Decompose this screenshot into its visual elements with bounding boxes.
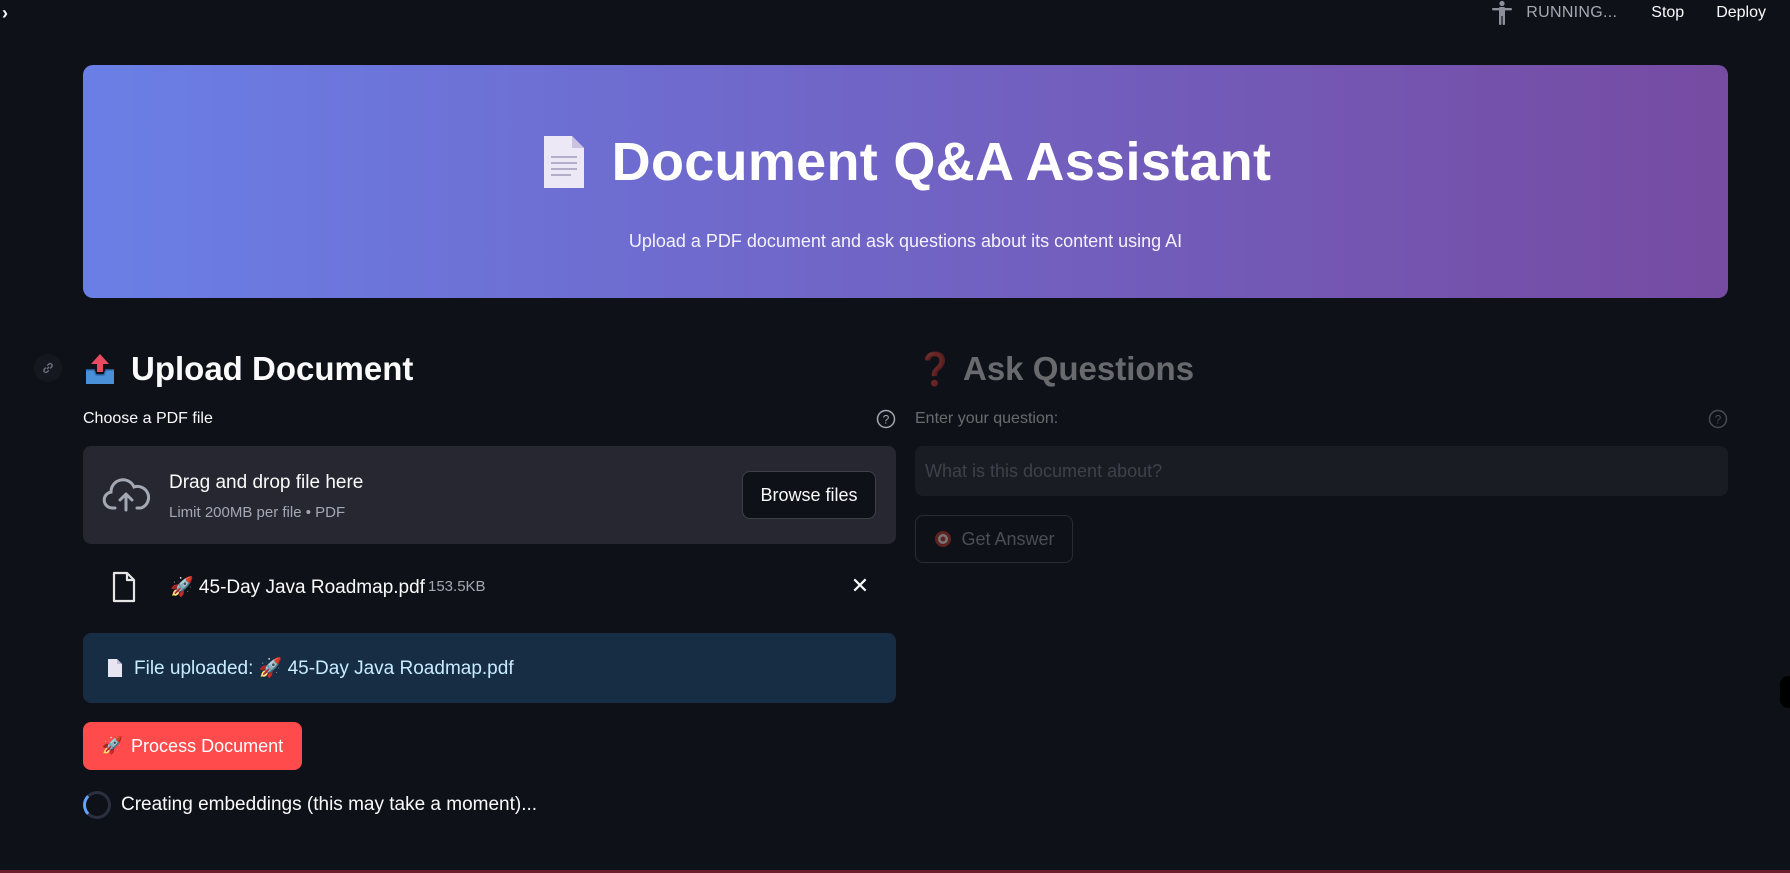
uploaded-file-item: 🚀 45-Day Java Roadmap.pdf 153.5KB ✕ — [83, 565, 896, 607]
topbar-actions: RUNNING... Stop Deploy — [1490, 0, 1790, 26]
get-answer-button[interactable]: Get Answer — [915, 515, 1073, 563]
document-icon — [543, 136, 584, 188]
page-title: Document Q&A Assistant — [611, 132, 1272, 192]
spinner-message: Creating embeddings (this may take a mom… — [121, 794, 538, 815]
hero-title-row: Document Q&A Assistant — [83, 131, 1728, 193]
process-document-button[interactable]: 🚀 Process Document — [83, 722, 302, 770]
upload-column: Upload Document Choose a PDF file ? Drag… — [83, 345, 896, 819]
question-label-row: Enter your question: ? — [915, 409, 1728, 429]
questions-section-header: ❓ Ask Questions — [915, 345, 1728, 393]
stop-button[interactable]: Stop — [1643, 4, 1692, 22]
dropzone-title: Drag and drop file here — [169, 472, 364, 493]
upload-section-header: Upload Document — [83, 345, 896, 393]
page-subtitle: Upload a PDF document and ask questions … — [628, 231, 1183, 251]
uploaded-file-name: 🚀 45-Day Java Roadmap.pdf — [170, 577, 425, 598]
target-icon — [935, 531, 952, 547]
running-status-text: RUNNING... — [1526, 4, 1618, 21]
get-answer-label: Get Answer — [961, 528, 1055, 549]
embedding-spinner-status: Creating embeddings (this may take a mom… — [83, 791, 537, 819]
question-mark-icon: ❓ — [915, 351, 955, 387]
cloud-upload-icon — [102, 478, 150, 512]
file-uploaded-message: File uploaded: 🚀 45-Day Java Roadmap.pdf — [134, 658, 514, 679]
link-icon — [43, 362, 53, 374]
questions-column: ❓ Ask Questions Enter your question: ? G… — [915, 345, 1728, 563]
loading-spinner-icon — [83, 791, 111, 819]
remove-file-close-icon[interactable]: ✕ — [848, 574, 872, 598]
file-dropzone[interactable]: Drag and drop file here Limit 200MB per … — [83, 446, 896, 544]
scroll-indicator — [1780, 676, 1790, 708]
upload-label-row: Choose a PDF file ? — [83, 409, 896, 429]
rocket-icon: 🚀 — [101, 736, 124, 755]
svg-text:?: ? — [1715, 413, 1722, 427]
deploy-button[interactable]: Deploy — [1708, 4, 1774, 22]
browse-files-button[interactable]: Browse files — [742, 471, 876, 519]
heading-anchor-link-icon[interactable] — [34, 354, 62, 382]
svg-text:?: ? — [883, 413, 890, 427]
outbox-tray-icon — [86, 354, 114, 384]
help-icon[interactable]: ? — [876, 409, 896, 429]
question-input[interactable] — [915, 446, 1728, 496]
question-field-label: Enter your question: — [915, 410, 1059, 427]
dropzone-limit-text: Limit 200MB per file • PDF — [169, 504, 346, 521]
uploaded-file-size: 153.5KB — [428, 578, 486, 595]
sidebar-expand-chevron-icon[interactable]: › — [2, 2, 24, 24]
questions-heading: Ask Questions — [963, 350, 1195, 387]
process-document-label: Process Document — [131, 735, 284, 756]
document-icon — [108, 659, 122, 677]
upload-heading: Upload Document — [131, 350, 414, 387]
help-icon[interactable]: ? — [1708, 409, 1728, 429]
running-status: RUNNING... — [1490, 0, 1617, 26]
running-person-icon — [1492, 0, 1513, 25]
file-icon — [112, 571, 136, 603]
hero-banner: Document Q&A Assistant Upload a PDF docu… — [83, 65, 1728, 298]
upload-field-label: Choose a PDF file — [83, 410, 213, 427]
file-uploaded-info-alert: File uploaded: 🚀 45-Day Java Roadmap.pdf — [83, 633, 896, 703]
